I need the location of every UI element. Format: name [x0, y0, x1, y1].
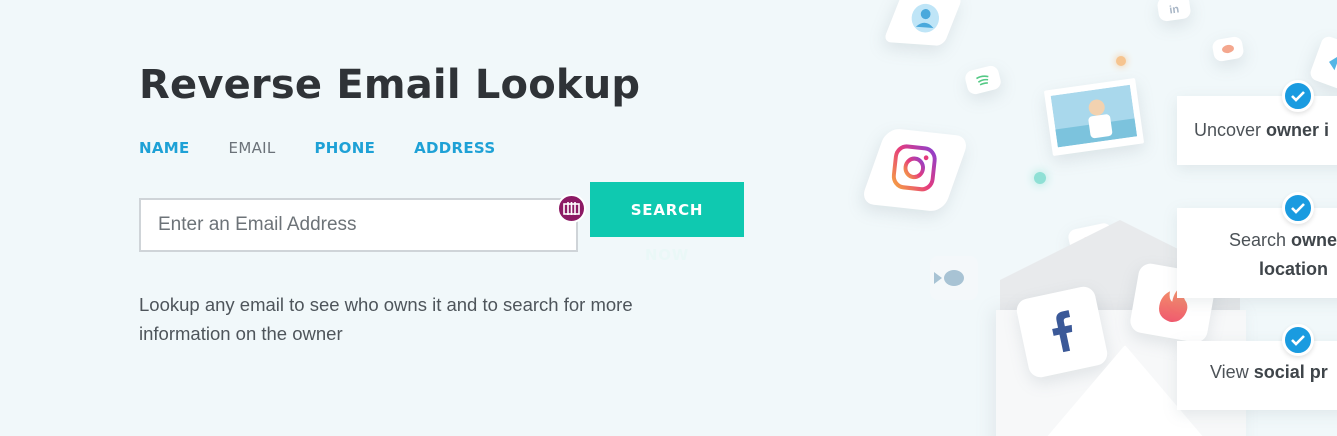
tab-phone[interactable]: PHONE [315, 139, 376, 157]
instagram-icon [859, 127, 971, 213]
arrow-icon [1308, 34, 1337, 92]
checkmark-icon [1282, 324, 1314, 356]
feature-card: View social pr [1177, 341, 1337, 410]
fish-icon [930, 256, 978, 300]
feature-text: View [1210, 362, 1254, 382]
checkmark-icon [1282, 80, 1314, 112]
feature-text-bold: owne [1291, 230, 1337, 250]
facebook-icon [1014, 284, 1110, 380]
search-type-tabs: NAME EMAIL PHONE ADDRESS [139, 139, 534, 157]
extension-badge-icon[interactable] [557, 194, 586, 223]
orange-dot [1116, 56, 1126, 66]
feature-text-bold: social pr [1253, 362, 1328, 382]
description: Lookup any email to see who owns it and … [139, 294, 633, 344]
linkedin-icon: in [1156, 0, 1192, 23]
feature-card: Uncover owner i [1177, 96, 1337, 165]
feature-card: Search owne location [1177, 208, 1337, 298]
feature-text-bold: owner i [1266, 120, 1330, 140]
tab-address[interactable]: ADDRESS [414, 139, 495, 157]
search-button-overflow-text: NOW [644, 246, 690, 264]
page: Reverse Email Lookup NAME EMAIL PHONE AD… [0, 0, 1337, 436]
tab-email[interactable]: EMAIL [229, 139, 276, 157]
spotify-icon [963, 64, 1003, 96]
page-title: Reverse Email Lookup [139, 62, 641, 108]
photo-icon [1043, 77, 1145, 157]
teal-dot [1034, 172, 1046, 184]
tab-name[interactable]: NAME [139, 139, 190, 157]
feature-text: Search [1229, 230, 1292, 250]
feature-text: Uncover [1194, 120, 1267, 140]
feature-text-bold-line2: location [1259, 259, 1329, 279]
search-button[interactable]: SEARCH [590, 182, 744, 237]
chat-icon [1211, 35, 1245, 63]
user-icon [882, 0, 964, 47]
checkmark-icon [1282, 192, 1314, 224]
email-input[interactable] [139, 198, 578, 252]
